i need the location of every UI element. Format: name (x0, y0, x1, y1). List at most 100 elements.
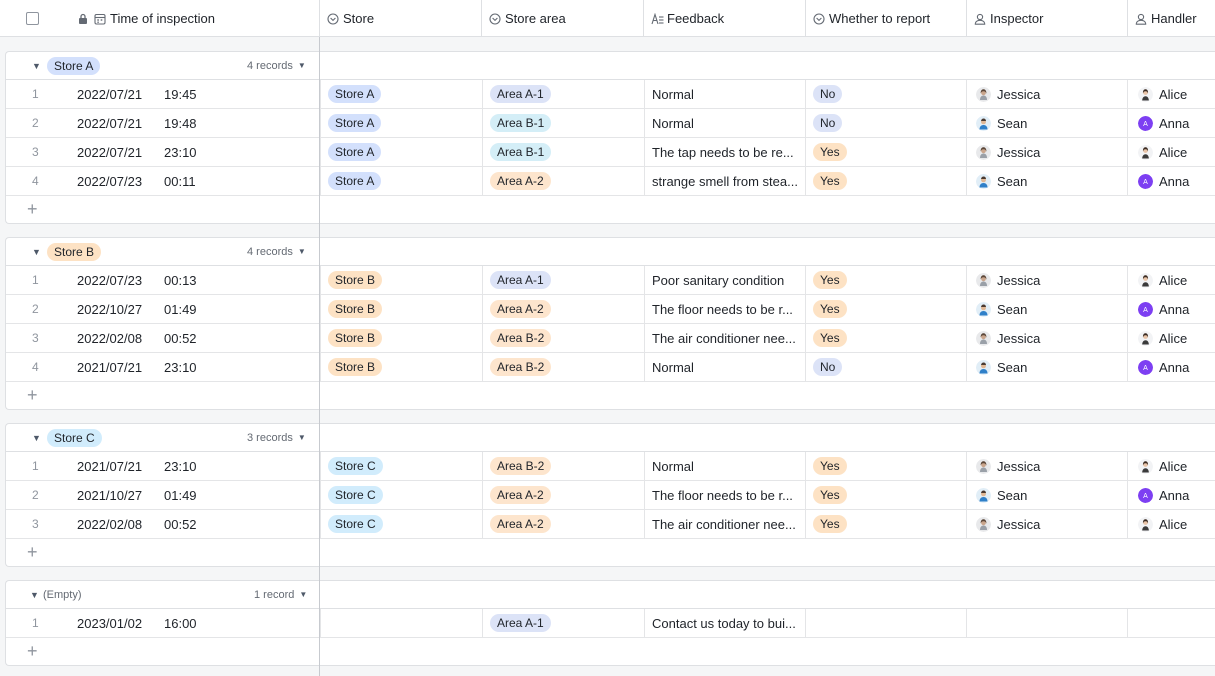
whether-to-report-cell[interactable]: Yes (813, 167, 963, 195)
group-collapse-icon[interactable]: ▼ (32, 238, 41, 266)
feedback-cell[interactable]: The air conditioner nee... (652, 510, 802, 538)
feedback-cell[interactable]: The floor needs to be r... (652, 481, 802, 509)
group-header[interactable]: ▼ Store A 4 records ▼ (6, 52, 1215, 80)
store-cell[interactable]: Store C (328, 510, 478, 538)
whether-to-report-cell[interactable]: Yes (813, 510, 963, 538)
whether-to-report-cell[interactable]: Yes (813, 295, 963, 323)
feedback-cell[interactable]: Normal (652, 353, 802, 381)
inspector-cell[interactable]: Sean (976, 109, 1126, 137)
inspection-date[interactable]: 2021/07/21 (77, 353, 159, 381)
store-cell[interactable]: Store A (328, 109, 478, 137)
feedback-cell[interactable]: The air conditioner nee... (652, 324, 802, 352)
store-cell[interactable] (328, 609, 478, 637)
column-header-whether-to-report[interactable]: Whether to report (805, 0, 966, 37)
whether-to-report-cell[interactable]: Yes (813, 452, 963, 480)
feedback-cell[interactable]: Normal (652, 80, 802, 108)
inspection-date[interactable]: 2021/10/27 (77, 481, 159, 509)
feedback-cell[interactable]: Contact us today to bui... (652, 609, 802, 637)
inspector-cell[interactable]: Jessica (976, 510, 1126, 538)
select-all-cell[interactable] (26, 0, 46, 37)
table-row[interactable]: 2 2022/07/21 19:48 Store A Area B-1 Normal No S… (6, 109, 1215, 138)
inspection-time[interactable]: 00:52 (164, 324, 224, 352)
handler-cell[interactable]: Alice (1138, 138, 1215, 166)
column-header-inspector[interactable]: Inspector (966, 0, 1127, 37)
add-record-row[interactable]: + (6, 638, 1215, 665)
group-record-count[interactable]: 1 record ▼ (254, 581, 307, 609)
store-area-cell[interactable]: Area B-1 (490, 109, 640, 137)
whether-to-report-cell[interactable]: Yes (813, 481, 963, 509)
table-row[interactable]: 3 2022/07/21 23:10 Store A Area B-1 The tap n… (6, 138, 1215, 167)
store-area-cell[interactable]: Area B-2 (490, 452, 640, 480)
add-record-icon[interactable]: + (27, 641, 38, 661)
record-count-caret-icon[interactable]: ▼ (298, 52, 306, 80)
column-header-store[interactable]: Store (319, 0, 481, 37)
table-row[interactable]: 1 2021/07/21 23:10 Store C Area B-2 Normal Yes… (6, 452, 1215, 481)
inspector-cell[interactable]: Sean (976, 353, 1126, 381)
inspection-date[interactable]: 2022/07/21 (77, 109, 159, 137)
handler-cell[interactable]: Alice (1138, 510, 1215, 538)
whether-to-report-cell[interactable]: Yes (813, 324, 963, 352)
inspection-time[interactable]: 19:48 (164, 109, 224, 137)
inspection-date[interactable]: 2022/07/21 (77, 138, 159, 166)
store-area-cell[interactable]: Area B-2 (490, 353, 640, 381)
store-area-cell[interactable]: Area A-2 (490, 167, 640, 195)
inspection-time[interactable]: 01:49 (164, 295, 224, 323)
store-cell[interactable]: Store B (328, 295, 478, 323)
whether-to-report-cell[interactable]: Yes (813, 138, 963, 166)
add-record-row[interactable]: + (6, 382, 1215, 409)
inspection-time[interactable]: 23:10 (164, 353, 224, 381)
inspector-cell[interactable]: Jessica (976, 266, 1126, 294)
inspection-time[interactable]: 23:10 (164, 452, 224, 480)
handler-cell[interactable] (1138, 609, 1215, 637)
inspection-time[interactable]: 00:52 (164, 510, 224, 538)
column-header-time-of-inspection[interactable]: Time of inspection (76, 0, 316, 37)
group-header[interactable]: ▼ Store B 4 records ▼ (6, 238, 1215, 266)
table-row[interactable]: 4 2022/07/23 00:11 Store A Area A-2 strange s… (6, 167, 1215, 196)
whether-to-report-cell[interactable]: No (813, 80, 963, 108)
store-area-cell[interactable]: Area A-1 (490, 80, 640, 108)
store-cell[interactable]: Store C (328, 452, 478, 480)
table-row[interactable]: 1 2022/07/23 00:13 Store B Area A-1 Poor sani… (6, 266, 1215, 295)
feedback-cell[interactable]: strange smell from stea... (652, 167, 802, 195)
inspection-time[interactable]: 16:00 (164, 609, 224, 637)
store-cell[interactable]: Store C (328, 481, 478, 509)
feedback-cell[interactable]: The tap needs to be re... (652, 138, 802, 166)
store-cell[interactable]: Store B (328, 324, 478, 352)
inspector-cell[interactable]: Jessica (976, 452, 1126, 480)
frozen-column-divider[interactable] (319, 37, 320, 676)
store-cell[interactable]: Store B (328, 353, 478, 381)
table-row[interactable]: 4 2021/07/21 23:10 Store B Area B-2 Normal No S… (6, 353, 1215, 382)
record-count-caret-icon[interactable]: ▼ (298, 238, 306, 266)
inspection-date[interactable]: 2022/10/27 (77, 295, 159, 323)
store-area-cell[interactable]: Area A-1 (490, 609, 640, 637)
store-area-cell[interactable]: Area A-2 (490, 510, 640, 538)
inspector-cell[interactable]: Sean (976, 167, 1126, 195)
add-record-row[interactable]: + (6, 539, 1215, 566)
table-row[interactable]: 2 2022/10/27 01:49 Store B Area A-2 The floor… (6, 295, 1215, 324)
table-row[interactable]: 2 2021/10/27 01:49 Store C Area A-2 The floor… (6, 481, 1215, 510)
handler-cell[interactable]: Alice (1138, 266, 1215, 294)
inspection-time[interactable]: 01:49 (164, 481, 224, 509)
handler-cell[interactable]: A Anna (1138, 353, 1215, 381)
store-cell[interactable]: Store A (328, 80, 478, 108)
column-header-handler[interactable]: Handler (1127, 0, 1215, 37)
whether-to-report-cell[interactable]: No (813, 353, 963, 381)
handler-cell[interactable]: Alice (1138, 324, 1215, 352)
group-record-count[interactable]: 4 records ▼ (247, 52, 306, 80)
inspector-cell[interactable]: Jessica (976, 324, 1126, 352)
group-record-count[interactable]: 3 records ▼ (247, 424, 306, 452)
group-collapse-icon[interactable]: ▼ (32, 52, 41, 80)
inspector-cell[interactable]: Jessica (976, 80, 1126, 108)
inspector-cell[interactable] (976, 609, 1126, 637)
feedback-cell[interactable]: Normal (652, 109, 802, 137)
inspection-date[interactable]: 2023/01/02 (77, 609, 159, 637)
inspector-cell[interactable]: Sean (976, 295, 1126, 323)
store-cell[interactable]: Store A (328, 138, 478, 166)
add-record-icon[interactable]: + (27, 542, 38, 562)
inspector-cell[interactable]: Sean (976, 481, 1126, 509)
inspection-date[interactable]: 2022/07/21 (77, 80, 159, 108)
handler-cell[interactable]: A Anna (1138, 481, 1215, 509)
select-all-checkbox[interactable] (26, 12, 39, 25)
group-header[interactable]: ▼ (Empty) 1 record ▼ (6, 581, 1215, 609)
inspection-time[interactable]: 23:10 (164, 138, 224, 166)
